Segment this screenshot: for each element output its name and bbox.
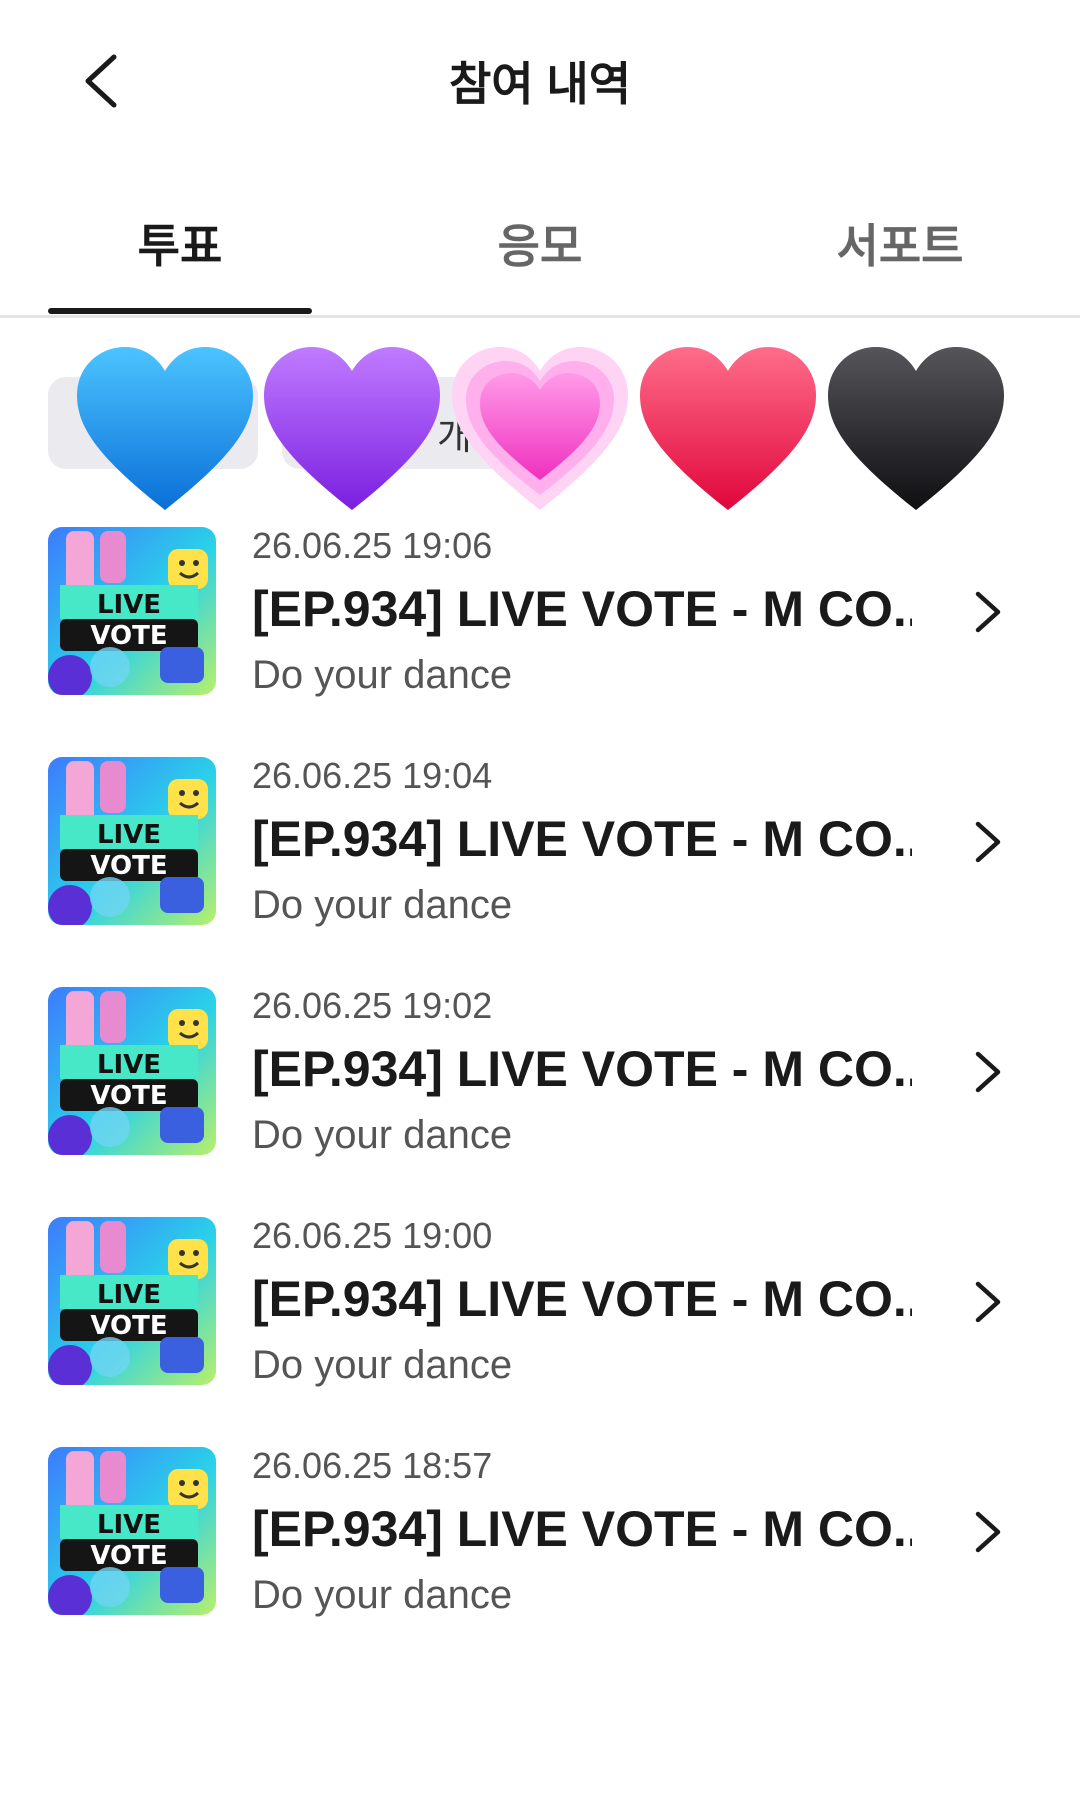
vote-thumbnail: LIVE VOTE [48,987,216,1155]
black-heart-icon [828,347,1004,510]
purple-heart-icon [264,347,440,510]
filter-row: 개 [0,345,1080,515]
vote-subtitle: Do your dance [252,1343,513,1387]
chevron-right-icon [975,591,1001,633]
vote-title: [EP.934] LIVE VOTE - M CO... [252,811,912,867]
list-item[interactable]: LIVE VOTE 26.06.25 19:02 [EP.934] LIVE V… [0,980,1080,1180]
vote-thumbnail: LIVE VOTE [48,1447,216,1615]
vote-title: [EP.934] LIVE VOTE - M CO... [252,1501,912,1557]
page-title: 참여 내역 [448,58,632,110]
vote-subtitle: Do your dance [252,883,513,927]
vote-date: 26.06.25 19:04 [252,755,493,796]
vote-thumbnail: LIVE VOTE [48,527,216,695]
top-app-bar: 참여 내역 [0,0,1080,160]
thumbnail-label-live: LIVE [97,590,161,620]
tab-entry[interactable]: 응모 [390,210,690,276]
active-tab-indicator [48,308,312,314]
thumbnail-label-live: LIVE [97,1280,161,1310]
thumbnail-label-live: LIVE [97,1510,161,1540]
vote-subtitle: Do your dance [252,653,513,697]
thumbnail-label-live: LIVE [97,820,161,850]
chevron-right-icon [975,1281,1001,1323]
thumbnail-label-vote: VOTE [90,1311,167,1341]
thumbnail-label-live: LIVE [97,1050,161,1080]
vote-date: 26.06.25 19:02 [252,985,493,1026]
vote-date: 26.06.25 19:06 [252,525,493,566]
thumbnail-label-vote: VOTE [90,621,167,651]
vote-title: [EP.934] LIVE VOTE - M CO... [252,1041,912,1097]
vote-thumbnail: LIVE VOTE [48,757,216,925]
list-item[interactable]: LIVE VOTE 26.06.25 19:06 [EP.934] LIVE V… [0,520,1080,720]
vote-subtitle: Do your dance [252,1573,513,1617]
list-item[interactable]: LIVE VOTE 26.06.25 19:04 [EP.934] LIVE V… [0,750,1080,950]
list-item[interactable]: LIVE VOTE 26.06.25 18:57 [EP.934] LIVE V… [0,1440,1080,1640]
vote-title: [EP.934] LIVE VOTE - M CO... [252,1271,912,1327]
thumbnail-label-vote: VOTE [90,851,167,881]
thumbnail-label-vote: VOTE [90,1081,167,1111]
chevron-right-icon [975,1051,1001,1093]
thumbnail-label-vote: VOTE [90,1541,167,1571]
chevron-right-icon [975,821,1001,863]
vote-thumbnail: LIVE VOTE [48,1217,216,1385]
tab-bar: 투표 응모 서포트 [0,180,1080,318]
vote-title: [EP.934] LIVE VOTE - M CO... [252,581,912,637]
tab-vote[interactable]: 투표 [30,210,330,276]
red-heart-icon [640,347,816,510]
chevron-right-icon [975,1511,1001,1553]
vote-date: 26.06.25 19:00 [252,1215,493,1256]
list-item[interactable]: LIVE VOTE 26.06.25 19:00 [EP.934] LIVE V… [0,1210,1080,1410]
pink-heart-icon [452,347,628,510]
vote-subtitle: Do your dance [252,1113,513,1157]
blue-heart-icon [77,347,253,510]
vote-date: 26.06.25 18:57 [252,1445,493,1486]
tab-support[interactable]: 서포트 [750,210,1050,276]
